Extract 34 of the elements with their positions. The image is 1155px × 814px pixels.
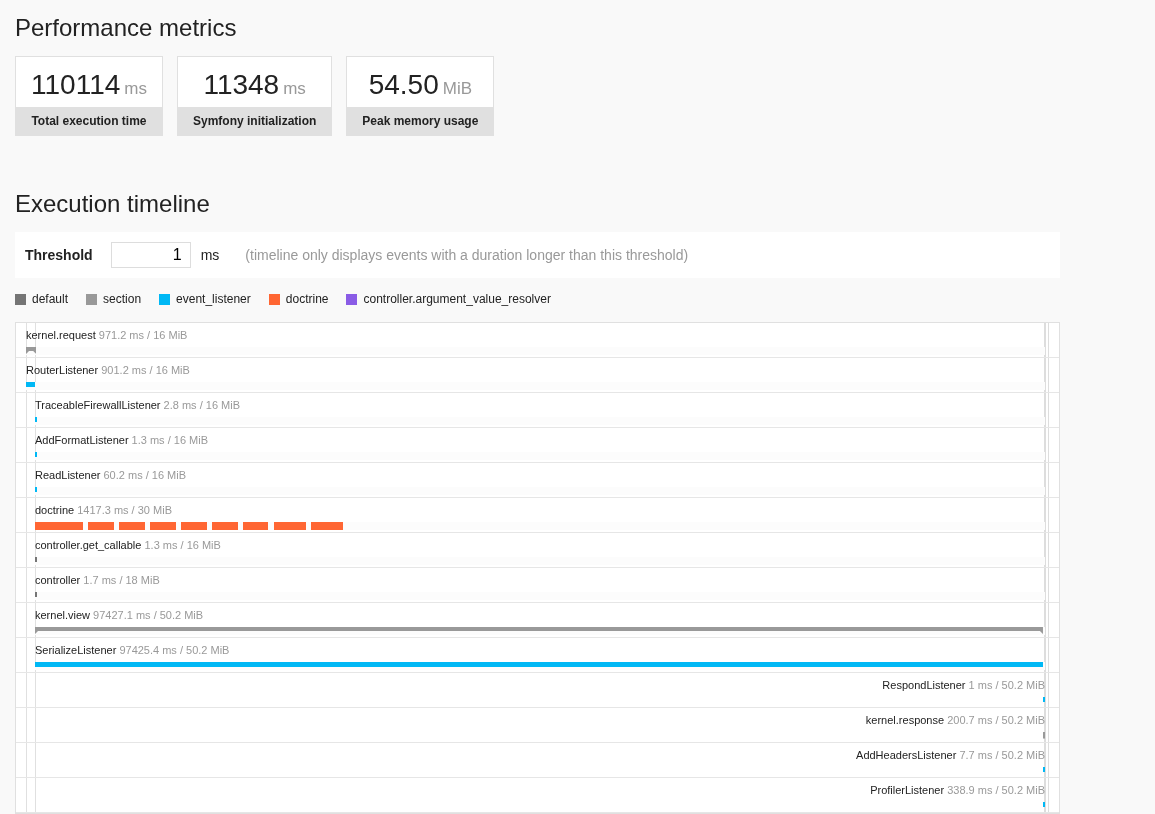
- metric-unit: ms: [124, 79, 147, 99]
- event-label: ProfilerListener 338.9 ms / 50.2 MiB: [870, 783, 1045, 798]
- event-label: AddFormatListener 1.3 ms / 16 MiB: [35, 433, 209, 448]
- legend-label: default: [32, 292, 69, 306]
- metric-unit: ms: [283, 79, 306, 99]
- threshold-input[interactable]: 1: [110, 242, 191, 268]
- event-label: doctrine 1417.3 ms / 30 MiB: [35, 503, 172, 518]
- legend-label: event_listener: [176, 292, 251, 306]
- metric-value: 54.50: [368, 69, 439, 101]
- threshold-unit: ms: [200, 247, 220, 263]
- legend-label: section: [103, 292, 142, 306]
- metric-label: Symfony initialization: [177, 107, 332, 135]
- event-label: RouterListener 901.2 ms / 16 MiB: [26, 363, 190, 378]
- event-label: kernel.response 200.7 ms / 50.2 MiB: [865, 713, 1045, 728]
- threshold-hint: (timeline only displays events with a duration longer than this threshold): [245, 247, 689, 263]
- legend-label: doctrine: [285, 292, 329, 306]
- event-label: AddHeadersListener 7.7 ms / 50.2 MiB: [856, 748, 1045, 763]
- event-label: controller 1.7 ms / 18 MiB: [35, 573, 160, 588]
- event-label: SerializeListener 97425.4 ms / 50.2 MiB: [35, 643, 230, 658]
- event-label: kernel.view 97427.1 ms / 50.2 MiB: [35, 608, 204, 623]
- threshold-label: Threshold: [25, 247, 93, 263]
- metric-label: Total execution time: [16, 107, 162, 135]
- event-label: ReadListener 60.2 ms / 16 MiB: [35, 468, 187, 483]
- event-label: TraceableFirewallListener 2.8 ms / 16 MiB: [35, 398, 241, 413]
- metric-unit: MiB: [442, 79, 472, 99]
- event-label: kernel.request 971.2 ms / 16 MiB: [26, 328, 188, 343]
- metric-value: 110114: [31, 69, 121, 101]
- legend-label: controller.argument_value_resolver: [363, 292, 551, 306]
- event-label: RespondListener 1 ms / 50.2 MiB: [882, 678, 1045, 693]
- section-heading: Execution timeline: [15, 190, 211, 218]
- section-heading: Performance metrics: [15, 14, 238, 42]
- metric-label: Peak memory usage: [347, 107, 494, 135]
- event-label: controller.get_callable 1.3 ms / 16 MiB: [35, 538, 221, 553]
- metric-value: 11348: [203, 69, 280, 101]
